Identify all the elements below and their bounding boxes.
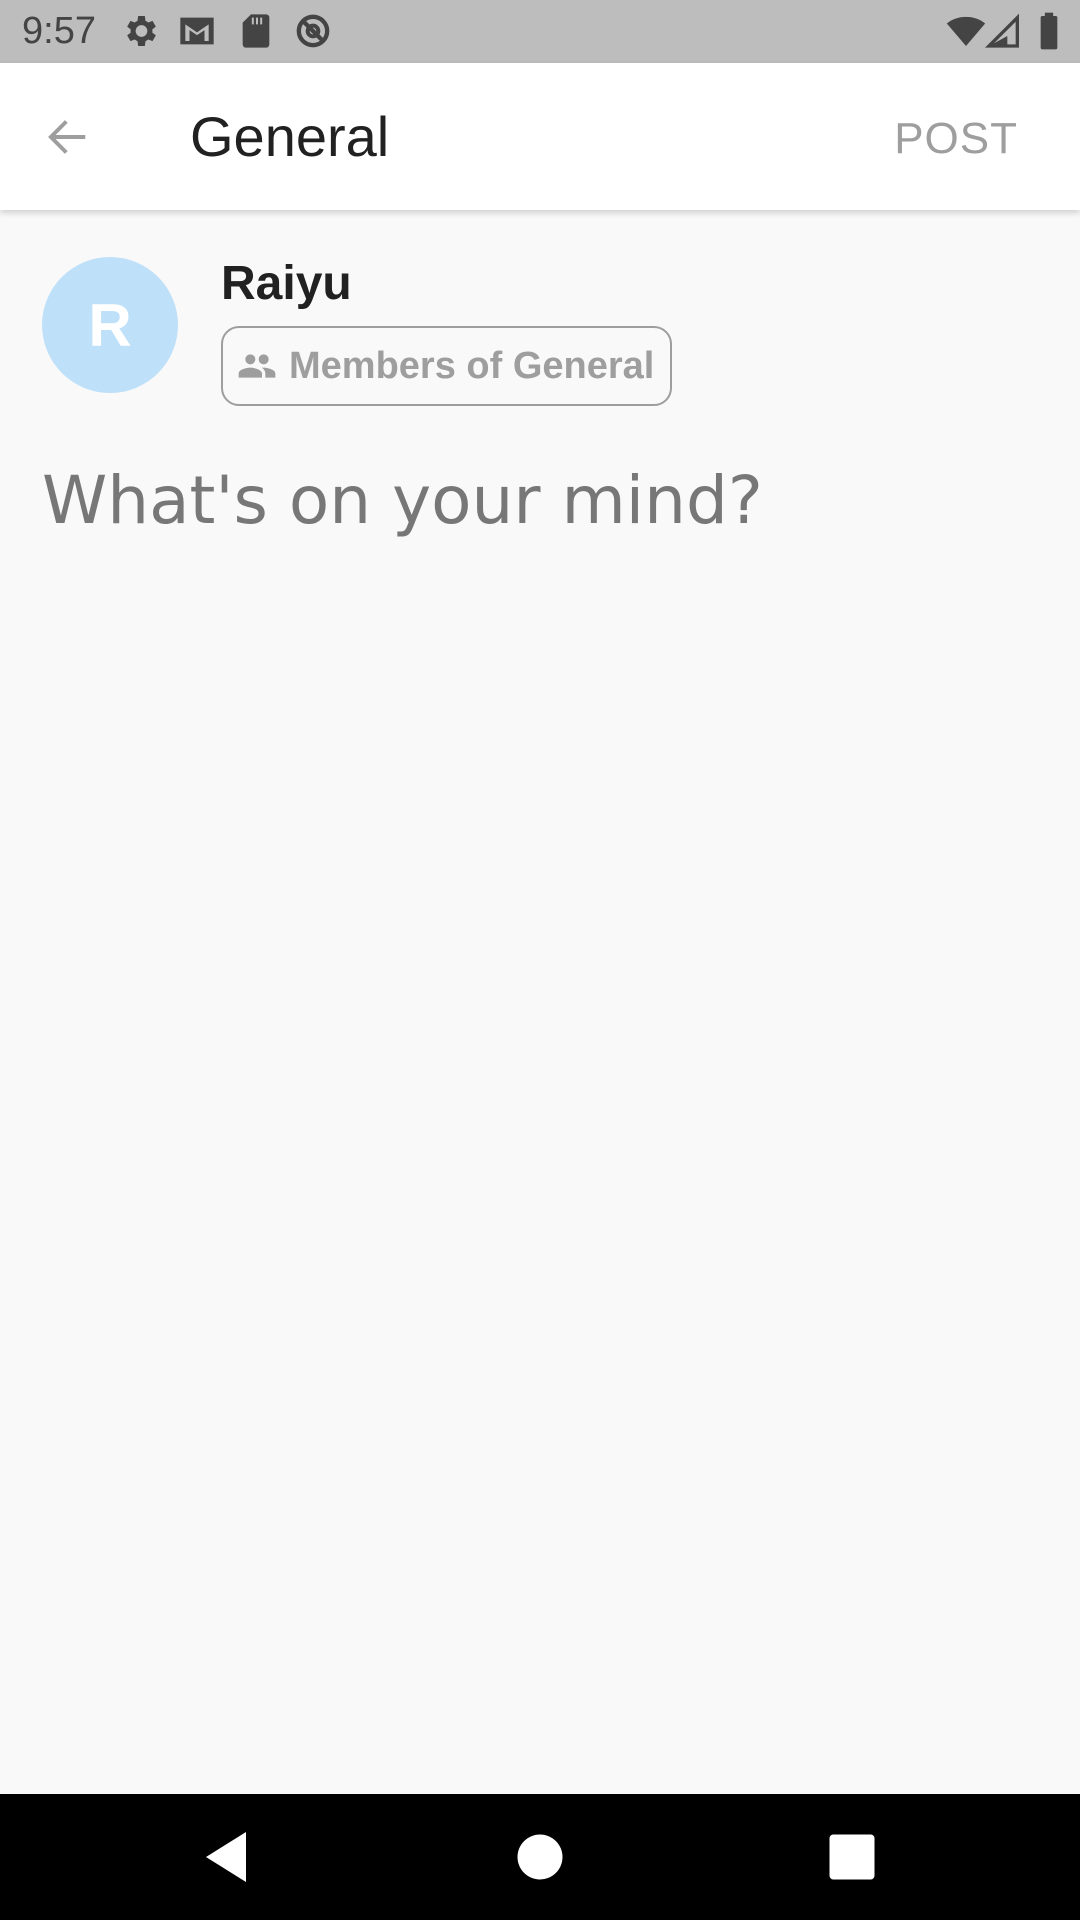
home-circle-icon xyxy=(517,1834,563,1880)
do-not-disturb-icon xyxy=(293,11,333,51)
app-bar: General POST xyxy=(0,63,1080,210)
avatar-letter: R xyxy=(88,291,132,359)
wifi-icon xyxy=(944,11,988,51)
sd-card-icon xyxy=(236,11,276,51)
back-triangle-icon xyxy=(206,1832,246,1882)
nav-back-button[interactable] xyxy=(194,1827,258,1887)
cell-signal-icon xyxy=(984,11,1024,51)
screen: 9:57 General POST R Raiyu Members of Gen… xyxy=(0,0,1080,1920)
avatar: R xyxy=(42,257,178,393)
people-icon xyxy=(237,346,277,386)
post-button[interactable]: POST xyxy=(894,113,1018,165)
gmail-icon xyxy=(177,11,217,51)
system-nav-bar xyxy=(0,1794,1080,1920)
battery-icon xyxy=(1031,11,1067,51)
status-bar: 9:57 xyxy=(0,0,1080,63)
nav-home-button[interactable] xyxy=(510,1827,570,1887)
audience-label: Members of General xyxy=(289,345,655,387)
nav-recents-button[interactable] xyxy=(822,1827,882,1887)
gear-icon xyxy=(120,11,160,51)
post-text-input[interactable] xyxy=(42,460,1038,1460)
page-title: General xyxy=(190,105,390,168)
arrow-back-icon xyxy=(48,120,86,154)
audience-selector-button[interactable]: Members of General xyxy=(221,326,672,406)
back-button[interactable] xyxy=(30,101,102,173)
user-name: Raiyu xyxy=(221,257,352,310)
status-time: 9:57 xyxy=(22,10,96,52)
recents-square-icon xyxy=(829,1834,875,1880)
